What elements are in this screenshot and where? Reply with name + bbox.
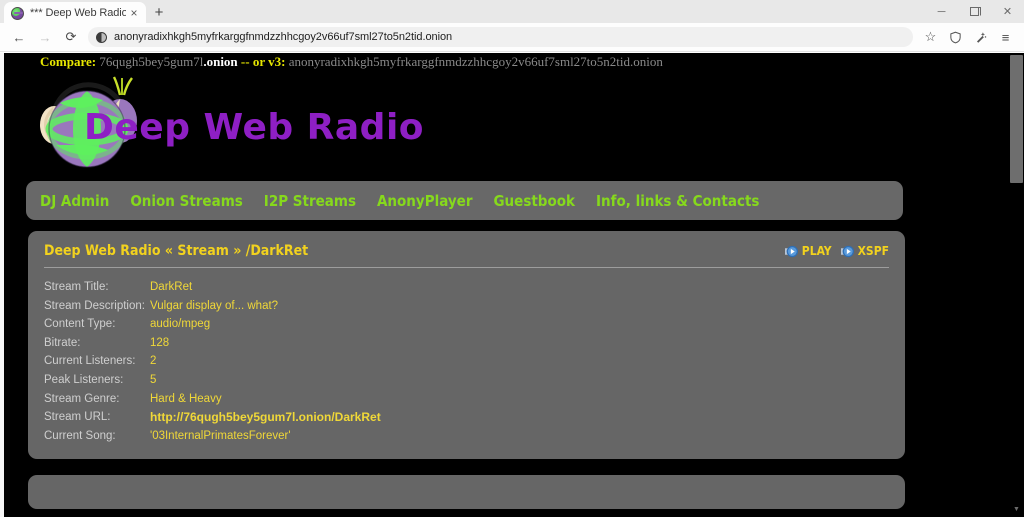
- row-value: Vulgar display of... what?: [150, 297, 278, 316]
- row-value: audio/mpeg: [150, 315, 210, 334]
- stream-panel-actions: PLAY XSPF: [785, 244, 889, 258]
- compare-address-line: Compare: 76qugh5bey5gum7l.onion -- or v3…: [4, 53, 1008, 69]
- stream-row-genre: Stream Genre: Hard & Heavy: [44, 390, 889, 409]
- page-scrollbar[interactable]: ▲ ▼: [1009, 53, 1024, 517]
- xspf-link[interactable]: XSPF: [841, 244, 889, 258]
- row-label: Current Listeners:: [44, 352, 150, 371]
- row-value: 128: [150, 334, 169, 353]
- menu-icon[interactable]: ≡: [993, 25, 1018, 49]
- browser-toolbar: ← → ⟳ anonyradixhkgh5myfrkarggfnmdzzhhcg…: [0, 23, 1024, 52]
- stream-row-content-type: Content Type: audio/mpeg: [44, 315, 889, 334]
- row-label: Bitrate:: [44, 334, 150, 353]
- nav-onion-streams[interactable]: Onion Streams: [130, 192, 242, 210]
- row-label: Stream Genre:: [44, 390, 150, 409]
- stream-row-description: Stream Description: Vulgar display of...…: [44, 297, 889, 316]
- row-label: Stream Title:: [44, 278, 150, 297]
- deep-web-radio-page: Compare: 76qugh5bey5gum7l.onion -- or v3…: [4, 53, 1008, 517]
- row-value: DarkRet: [150, 278, 192, 297]
- new-tab-button[interactable]: +: [146, 1, 172, 23]
- play-label: PLAY: [802, 244, 832, 258]
- stream-panel: Deep Web Radio « Stream » /DarkRet PLAY: [28, 231, 905, 459]
- url-text: anonyradixhkgh5myfrkarggfnmdzzhhcgoy2v66…: [114, 31, 452, 43]
- back-icon[interactable]: ←: [6, 25, 32, 49]
- reload-icon[interactable]: ⟳: [58, 25, 84, 49]
- stream-panel-header: Deep Web Radio « Stream » /DarkRet PLAY: [44, 243, 889, 267]
- stream-row-bitrate: Bitrate: 128: [44, 334, 889, 353]
- tab-title: *** Deep Web Radio ***: [30, 7, 126, 19]
- site-navigation: DJ Admin Onion Streams I2P Streams Anony…: [26, 181, 903, 220]
- compare-label: Compare:: [40, 54, 96, 69]
- nav-guestbook[interactable]: Guestbook: [493, 192, 575, 210]
- site-header: Deep Web Radio: [4, 69, 1008, 177]
- globe-favicon: [11, 7, 24, 20]
- xspf-play-icon: [841, 245, 854, 258]
- minimize-button[interactable]: ─: [925, 0, 958, 23]
- close-window-button[interactable]: ✕: [991, 0, 1024, 23]
- close-tab-icon[interactable]: ×: [126, 5, 142, 21]
- row-label: Stream Description:: [44, 297, 150, 316]
- row-label: Content Type:: [44, 315, 150, 334]
- stream-row-title: Stream Title: DarkRet: [44, 278, 889, 297]
- row-value: 5: [150, 371, 156, 390]
- row-value: '03InternalPrimatesForever': [150, 427, 291, 446]
- forward-icon[interactable]: →: [32, 25, 58, 49]
- xspf-label: XSPF: [858, 244, 889, 258]
- bookmark-star-icon[interactable]: ☆: [918, 25, 943, 49]
- site-title: Deep Web Radio: [84, 107, 424, 148]
- compare-separator: -- or v3:: [241, 54, 286, 69]
- compare-v2-address[interactable]: 76qugh5bey5gum7l.onion: [99, 54, 237, 69]
- address-bar[interactable]: anonyradixhkgh5myfrkarggfnmdzzhhcgoy2v66…: [88, 27, 913, 47]
- restore-button[interactable]: [958, 0, 991, 23]
- row-value: Hard & Heavy: [150, 390, 222, 409]
- panel-divider: [44, 267, 889, 268]
- window-controls: ─ ✕: [925, 0, 1024, 23]
- play-link[interactable]: PLAY: [785, 244, 832, 258]
- toolbar-actions: ☆ ≡: [918, 25, 1018, 49]
- stream-row-peak-listeners: Peak Listeners: 5: [44, 371, 889, 390]
- nav-dj-admin[interactable]: DJ Admin: [40, 192, 109, 210]
- restore-icon: [970, 7, 979, 16]
- nav-info-links-contacts[interactable]: Info, links & Contacts: [596, 192, 759, 210]
- stream-panel-title: Deep Web Radio « Stream » /DarkRet: [44, 243, 308, 259]
- row-label: Current Song:: [44, 427, 150, 446]
- row-value[interactable]: http://76qugh5bey5gum7l.onion/DarkRet: [150, 408, 381, 427]
- play-icon: [785, 245, 798, 258]
- browser-window: *** Deep Web Radio *** × + ─ ✕ ← → ⟳ ano…: [0, 0, 1024, 517]
- browser-titlebar: *** Deep Web Radio *** × + ─ ✕: [0, 0, 1024, 23]
- page-viewport: Compare: 76qugh5bey5gum7l.onion -- or v3…: [0, 53, 1024, 517]
- stream-row-current-listeners: Current Listeners: 2: [44, 352, 889, 371]
- stream-row-current-song: Current Song: '03InternalPrimatesForever…: [44, 427, 889, 446]
- scrollbar-thumb[interactable]: [1010, 55, 1023, 183]
- row-label: Stream URL:: [44, 408, 150, 427]
- next-stream-panel: [28, 475, 905, 509]
- row-value: 2: [150, 352, 156, 371]
- scroll-down-icon[interactable]: ▼: [1009, 502, 1024, 517]
- row-label: Peak Listeners:: [44, 371, 150, 390]
- compare-v2-prefix: 76qugh5bey5gum7l: [99, 54, 203, 69]
- wand-icon[interactable]: [968, 25, 993, 49]
- browser-tab[interactable]: *** Deep Web Radio *** ×: [4, 2, 146, 24]
- stream-row-url: Stream URL: http://76qugh5bey5gum7l.onio…: [44, 408, 889, 427]
- site-info-icon[interactable]: [96, 32, 107, 43]
- nav-i2p-streams[interactable]: I2P Streams: [264, 192, 356, 210]
- shield-icon[interactable]: [943, 25, 968, 49]
- nav-anonyplayer[interactable]: AnonyPlayer: [377, 192, 473, 210]
- compare-v2-suffix: .onion: [203, 54, 237, 69]
- compare-v3-address[interactable]: anonyradixhkgh5myfrkarggfnmdzzhhcgoy2v66…: [289, 54, 663, 69]
